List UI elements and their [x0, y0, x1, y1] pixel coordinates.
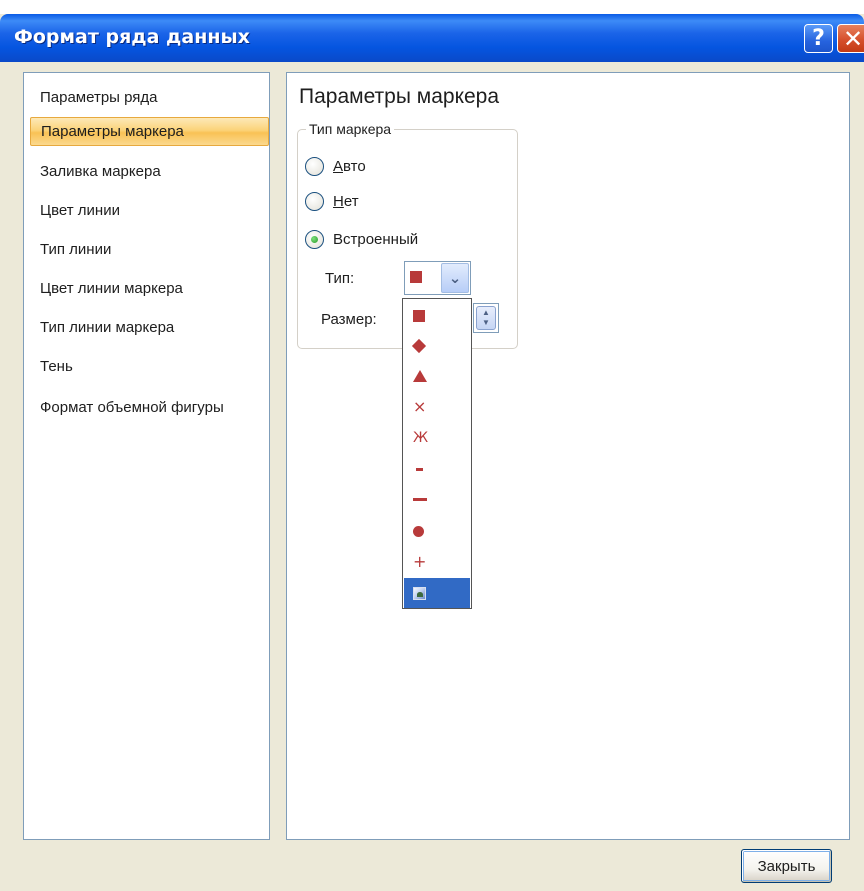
radio-button[interactable]: [305, 156, 324, 176]
x-marker-icon: ×: [413, 397, 427, 416]
circle-marker-icon: [413, 525, 424, 537]
dropdown-option-plus[interactable]: +: [404, 547, 470, 577]
diamond-marker-icon: [411, 338, 427, 354]
marker-size-spinner[interactable]: ▲ ▼: [473, 303, 499, 333]
radio-none[interactable]: Нет: [305, 190, 359, 212]
nav-item-marker-line-style[interactable]: Тип линии маркера: [30, 313, 269, 342]
group-label: Тип маркера: [306, 121, 395, 137]
nav-item-shadow[interactable]: Тень: [30, 352, 269, 381]
dropdown-option-x[interactable]: ×: [404, 392, 470, 422]
long-dash-marker-icon: [413, 497, 427, 501]
radio-button-checked[interactable]: [305, 229, 324, 249]
radio-auto[interactable]: Авто: [305, 155, 366, 177]
nav-item-line-style[interactable]: Тип линии: [30, 235, 269, 264]
size-label: Размер:: [321, 311, 377, 328]
chevron-down-icon[interactable]: ⌄: [441, 263, 469, 293]
triangle-marker-icon: [413, 370, 427, 382]
dropdown-option-picture[interactable]: [404, 578, 470, 608]
dropdown-option-star[interactable]: Ж: [404, 423, 470, 453]
radio-auto-label: Авто: [333, 157, 366, 175]
type-label: Тип:: [325, 270, 355, 287]
dropdown-option-diamond[interactable]: [404, 331, 470, 361]
spinner-arrows-icon[interactable]: ▲ ▼: [476, 306, 496, 330]
marker-type-combo[interactable]: ⌄: [404, 261, 471, 295]
options-panel: Параметры маркера Тип маркера Авто Нет В…: [286, 72, 850, 840]
close-window-button[interactable]: ✕: [837, 24, 864, 53]
plus-marker-icon: +: [413, 552, 427, 571]
radio-builtin-label: Встроенный: [333, 230, 419, 248]
square-marker-icon: [413, 310, 425, 322]
dropdown-option-long-dash[interactable]: [404, 484, 470, 514]
help-button[interactable]: ?: [804, 24, 833, 53]
nav-item-marker-fill[interactable]: Заливка маркера: [30, 157, 269, 186]
radio-button[interactable]: [305, 191, 324, 211]
square-marker-icon: [410, 271, 422, 283]
close-button[interactable]: Закрыть: [741, 849, 832, 883]
short-dash-marker-icon: [416, 467, 423, 471]
picture-marker-icon: [413, 586, 426, 600]
title-bar[interactable]: Формат ряда данных ? ✕: [0, 14, 864, 62]
nav-item-marker-options[interactable]: Параметры маркера: [30, 117, 269, 146]
close-icon: ✕: [842, 24, 864, 53]
nav-item-series-options[interactable]: Параметры ряда: [30, 83, 269, 112]
dropdown-option-short-dash[interactable]: [404, 454, 470, 484]
star-marker-icon: Ж: [413, 430, 429, 446]
format-data-series-dialog: Формат ряда данных ? ✕ Параметры ряда Па…: [0, 0, 864, 891]
radio-none-label: Нет: [333, 192, 359, 210]
window-title: Формат ряда данных: [14, 26, 250, 48]
dropdown-option-triangle[interactable]: [404, 361, 470, 391]
top-strip: [0, 0, 864, 14]
help-icon: ?: [812, 26, 825, 51]
radio-checked-dot: [311, 235, 318, 243]
nav-item-3d-format[interactable]: Формат объемной фигуры: [30, 393, 269, 422]
category-list: Параметры ряда Параметры маркера Заливка…: [23, 72, 270, 840]
dropdown-option-square[interactable]: [404, 301, 470, 331]
section-title: Параметры маркера: [299, 85, 500, 108]
nav-item-marker-line-color[interactable]: Цвет линии маркера: [30, 274, 269, 303]
nav-item-line-color[interactable]: Цвет линии: [30, 196, 269, 225]
dropdown-option-circle[interactable]: [404, 516, 470, 546]
radio-builtin[interactable]: Встроенный: [305, 228, 418, 250]
marker-type-dropdown[interactable]: × Ж +: [402, 298, 472, 609]
